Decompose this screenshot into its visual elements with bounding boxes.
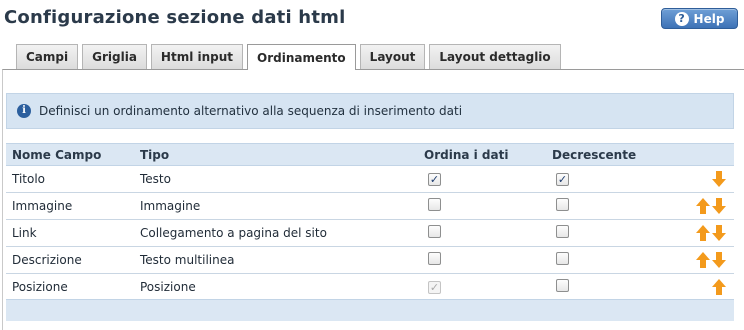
- sort-fields-grid: Nome Campo Tipo Ordina i dati Decrescent…: [6, 143, 734, 301]
- sort-checkbox[interactable]: [428, 198, 441, 211]
- move-up-arrow-icon[interactable]: [696, 252, 710, 268]
- descending-checkbox[interactable]: [556, 279, 569, 292]
- header-tipo: Tipo: [140, 147, 170, 162]
- sort-checkbox[interactable]: ✓: [428, 173, 441, 186]
- table-row: Posizione Posizione ✓: [6, 274, 734, 301]
- help-label: Help: [693, 11, 725, 26]
- field-name: Link: [12, 226, 37, 240]
- field-name: Immagine: [12, 199, 73, 213]
- sort-checkbox[interactable]: [428, 225, 441, 238]
- info-message: Definisci un ordinamento alternativo all…: [39, 104, 463, 118]
- sort-checkbox[interactable]: [428, 252, 441, 265]
- move-up-arrow-icon[interactable]: [696, 198, 710, 214]
- descending-checkbox[interactable]: [556, 252, 569, 265]
- tab-html-input[interactable]: Html input: [150, 44, 244, 69]
- tab-bar: Campi Griglia Html input Ordinamento Lay…: [16, 44, 561, 70]
- field-name: Posizione: [12, 280, 68, 294]
- field-type: Testo: [140, 172, 171, 186]
- move-down-arrow-icon[interactable]: [712, 252, 726, 268]
- help-button[interactable]: ? Help: [661, 8, 738, 29]
- field-name: Titolo: [12, 172, 46, 186]
- header-nome-campo: Nome Campo: [12, 147, 102, 162]
- move-up-arrow-icon[interactable]: [712, 279, 726, 295]
- move-down-arrow-icon[interactable]: [712, 171, 726, 187]
- tab-campi[interactable]: Campi: [16, 44, 79, 69]
- table-row: Immagine Immagine: [6, 193, 734, 220]
- descending-checkbox[interactable]: [556, 225, 569, 238]
- tab-layout[interactable]: Layout: [359, 44, 426, 69]
- tab-layout-dettaglio[interactable]: Layout dettaglio: [429, 44, 561, 69]
- header-ordina: Ordina i dati: [424, 147, 509, 162]
- descending-checkbox[interactable]: ✓: [556, 173, 569, 186]
- field-type: Testo multilinea: [140, 253, 235, 267]
- info-icon: i: [17, 104, 31, 118]
- grid-footer-bar: [6, 299, 734, 321]
- table-row: Link Collegamento a pagina del sito: [6, 220, 734, 247]
- field-name: Descrizione: [12, 253, 82, 267]
- field-type: Immagine: [140, 199, 201, 213]
- sort-checkbox: ✓: [428, 281, 441, 294]
- move-down-arrow-icon[interactable]: [712, 225, 726, 241]
- table-row: Descrizione Testo multilinea: [6, 247, 734, 274]
- tab-griglia[interactable]: Griglia: [82, 44, 147, 69]
- tab-ordinamento[interactable]: Ordinamento: [247, 44, 356, 70]
- move-down-arrow-icon[interactable]: [712, 198, 726, 214]
- field-type: Posizione: [140, 280, 196, 294]
- info-message-bar: i Definisci un ordinamento alternativo a…: [6, 93, 734, 129]
- header-decrescente: Decrescente: [552, 147, 637, 162]
- table-row: Titolo Testo ✓ ✓: [6, 166, 734, 193]
- move-up-arrow-icon[interactable]: [696, 225, 710, 241]
- grid-header-row: Nome Campo Tipo Ordina i dati Decrescent…: [6, 144, 734, 166]
- question-icon: ?: [674, 11, 689, 26]
- descending-checkbox[interactable]: [556, 198, 569, 211]
- field-type: Collegamento a pagina del sito: [140, 226, 327, 240]
- page-title: Configurazione sezione dati html: [4, 7, 346, 28]
